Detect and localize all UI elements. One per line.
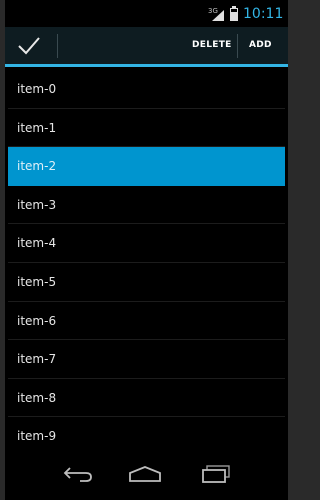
list-item[interactable]: item-7 — [5, 340, 288, 379]
item-list: item-0 item-1 item-2 item-3 item-4 item-… — [5, 70, 288, 456]
list-item[interactable]: item-4 — [5, 224, 288, 263]
list-item[interactable]: item-1 — [5, 109, 288, 148]
done-button[interactable] — [5, 27, 57, 64]
status-clock: 10:11 — [243, 6, 284, 22]
navigation-bar — [5, 454, 288, 500]
delete-button[interactable]: DELETE — [192, 27, 232, 64]
list-item[interactable]: item-5 — [5, 263, 288, 302]
device-screen: 3G 10:11 DELETE ADD item-0 item-1 item-2… — [5, 0, 288, 500]
list-item[interactable]: item-6 — [5, 302, 288, 341]
list-item-selected[interactable]: item-2 — [8, 147, 285, 186]
status-bar: 3G 10:11 — [5, 0, 288, 27]
action-bar-divider — [57, 34, 58, 58]
checkmark-icon — [18, 37, 40, 55]
signal-icon — [212, 10, 224, 21]
contextual-action-bar: DELETE ADD — [5, 27, 288, 67]
back-icon[interactable] — [62, 464, 94, 484]
action-bar-divider — [237, 34, 238, 58]
recent-apps-icon[interactable] — [200, 464, 232, 484]
list-item[interactable]: item-8 — [5, 379, 288, 418]
list-item[interactable]: item-3 — [5, 186, 288, 225]
home-icon[interactable] — [128, 464, 162, 484]
battery-icon — [230, 6, 238, 21]
list-item[interactable]: item-0 — [5, 70, 288, 109]
add-button[interactable]: ADD — [249, 27, 272, 64]
list-item[interactable]: item-9 — [5, 417, 288, 456]
